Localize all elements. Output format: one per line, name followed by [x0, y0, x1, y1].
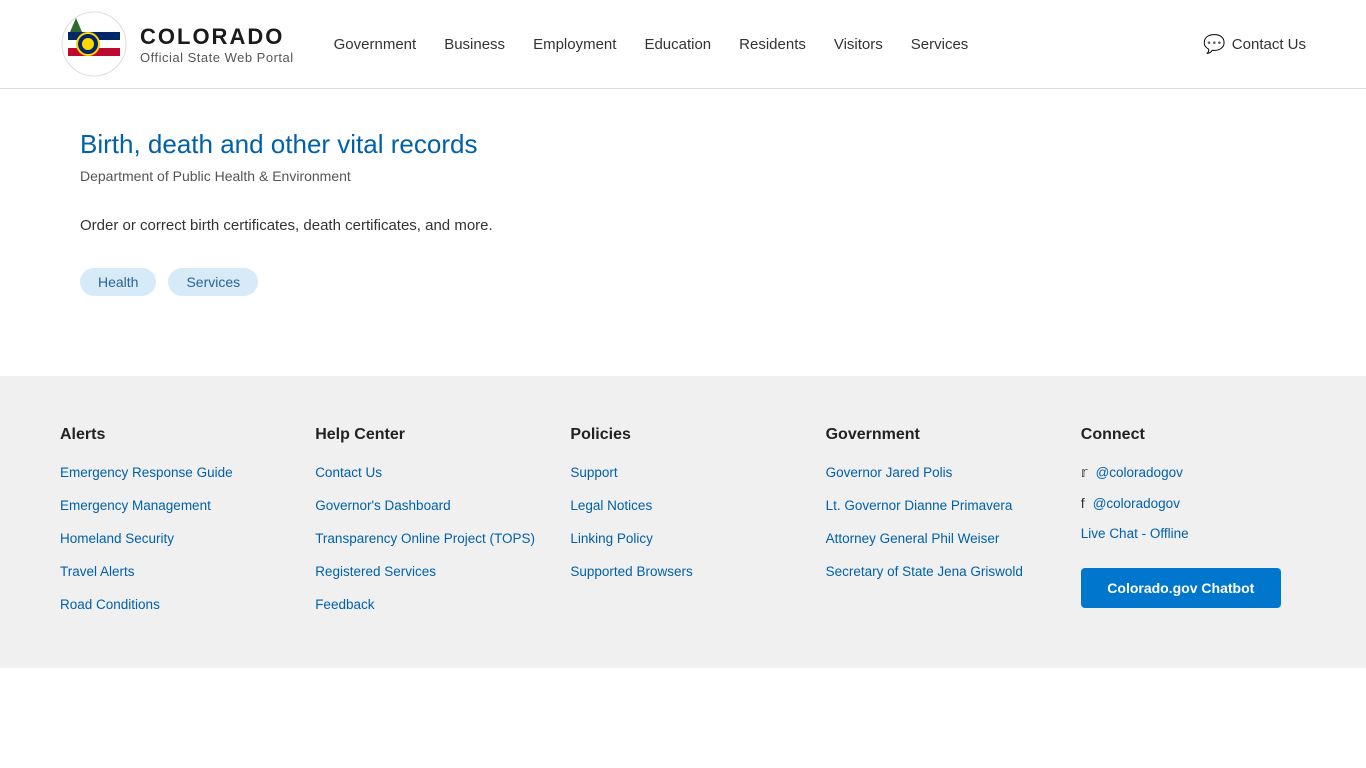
- department-name: Department of Public Health & Environmen…: [80, 168, 820, 184]
- contact-us-link[interactable]: 💬 Contact Us: [1203, 34, 1306, 55]
- footer-policies-title: Policies: [570, 426, 795, 444]
- footer-link-governor-dashboard[interactable]: Governor's Dashboard: [315, 497, 540, 516]
- footer-link-support[interactable]: Support: [570, 464, 795, 483]
- page-description: Order or correct birth certificates, dea…: [80, 214, 820, 238]
- footer-link-lt-governor[interactable]: Lt. Governor Dianne Primavera: [826, 497, 1051, 516]
- footer-link-feedback[interactable]: Feedback: [315, 596, 540, 615]
- nav-visitors[interactable]: Visitors: [834, 36, 883, 53]
- footer-alerts-title: Alerts: [60, 426, 285, 444]
- site-header: COLORADO Official State Web Portal Gover…: [0, 0, 1366, 89]
- nav-services[interactable]: Services: [911, 36, 969, 53]
- logo-subtitle: Official State Web Portal: [140, 50, 294, 65]
- footer-col-connect: Connect 𝕣 @coloradogov f @coloradogov Li…: [1081, 426, 1306, 628]
- logo-link[interactable]: COLORADO Official State Web Portal: [60, 10, 294, 78]
- footer-link-browsers[interactable]: Supported Browsers: [570, 563, 795, 582]
- footer-link-linking[interactable]: Linking Policy: [570, 530, 795, 549]
- footer-col-policies: Policies Support Legal Notices Linking P…: [570, 426, 795, 628]
- footer-link-ag[interactable]: Attorney General Phil Weiser: [826, 530, 1051, 549]
- main-content: Birth, death and other vital records Dep…: [0, 89, 900, 376]
- footer-helpcenter-title: Help Center: [315, 426, 540, 444]
- logo-title: COLORADO: [140, 24, 294, 50]
- nav-residents[interactable]: Residents: [739, 36, 806, 53]
- footer-link-homeland[interactable]: Homeland Security: [60, 530, 285, 549]
- nav-employment[interactable]: Employment: [533, 36, 616, 53]
- footer-grid: Alerts Emergency Response Guide Emergenc…: [60, 426, 1306, 628]
- footer-link-registered[interactable]: Registered Services: [315, 563, 540, 582]
- chatbot-button[interactable]: Colorado.gov Chatbot: [1081, 568, 1281, 608]
- footer-link-livechat[interactable]: Live Chat - Offline: [1081, 525, 1306, 544]
- footer-link-governor[interactable]: Governor Jared Polis: [826, 464, 1051, 483]
- twitter-icon: 𝕣: [1081, 464, 1088, 481]
- tag-services[interactable]: Services: [168, 268, 258, 296]
- footer-col-alerts: Alerts Emergency Response Guide Emergenc…: [60, 426, 285, 628]
- comment-icon: 💬: [1203, 34, 1225, 55]
- footer-col-helpcenter: Help Center Contact Us Governor's Dashbo…: [315, 426, 540, 628]
- main-nav: Government Business Employment Education…: [334, 36, 1204, 53]
- footer-link-contact[interactable]: Contact Us: [315, 464, 540, 483]
- footer-link-twitter[interactable]: 𝕣 @coloradogov: [1081, 464, 1306, 481]
- logo-text: COLORADO Official State Web Portal: [140, 24, 294, 65]
- nav-government[interactable]: Government: [334, 36, 417, 53]
- footer-link-travel[interactable]: Travel Alerts: [60, 563, 285, 582]
- footer-link-legal[interactable]: Legal Notices: [570, 497, 795, 516]
- nav-business[interactable]: Business: [444, 36, 505, 53]
- facebook-handle: @coloradogov: [1093, 496, 1180, 511]
- page-title: Birth, death and other vital records: [80, 129, 820, 160]
- footer-link-emergency-mgmt[interactable]: Emergency Management: [60, 497, 285, 516]
- nav-education[interactable]: Education: [644, 36, 711, 53]
- contact-us-label: Contact Us: [1232, 36, 1306, 53]
- footer-link-tops[interactable]: Transparency Online Project (TOPS): [315, 530, 540, 549]
- footer-link-road[interactable]: Road Conditions: [60, 596, 285, 615]
- footer-link-emergency-guide[interactable]: Emergency Response Guide: [60, 464, 285, 483]
- footer-link-sos[interactable]: Secretary of State Jena Griswold: [826, 563, 1051, 582]
- colorado-logo-icon: [60, 10, 128, 78]
- site-footer: Alerts Emergency Response Guide Emergenc…: [0, 376, 1366, 668]
- footer-link-facebook[interactable]: f @coloradogov: [1081, 495, 1306, 511]
- footer-col-government: Government Governor Jared Polis Lt. Gove…: [826, 426, 1051, 628]
- facebook-icon: f: [1081, 495, 1085, 511]
- tag-health[interactable]: Health: [80, 268, 156, 296]
- footer-connect-title: Connect: [1081, 426, 1306, 444]
- twitter-handle: @coloradogov: [1096, 465, 1183, 480]
- footer-government-title: Government: [826, 426, 1051, 444]
- tag-list: Health Services: [80, 268, 820, 296]
